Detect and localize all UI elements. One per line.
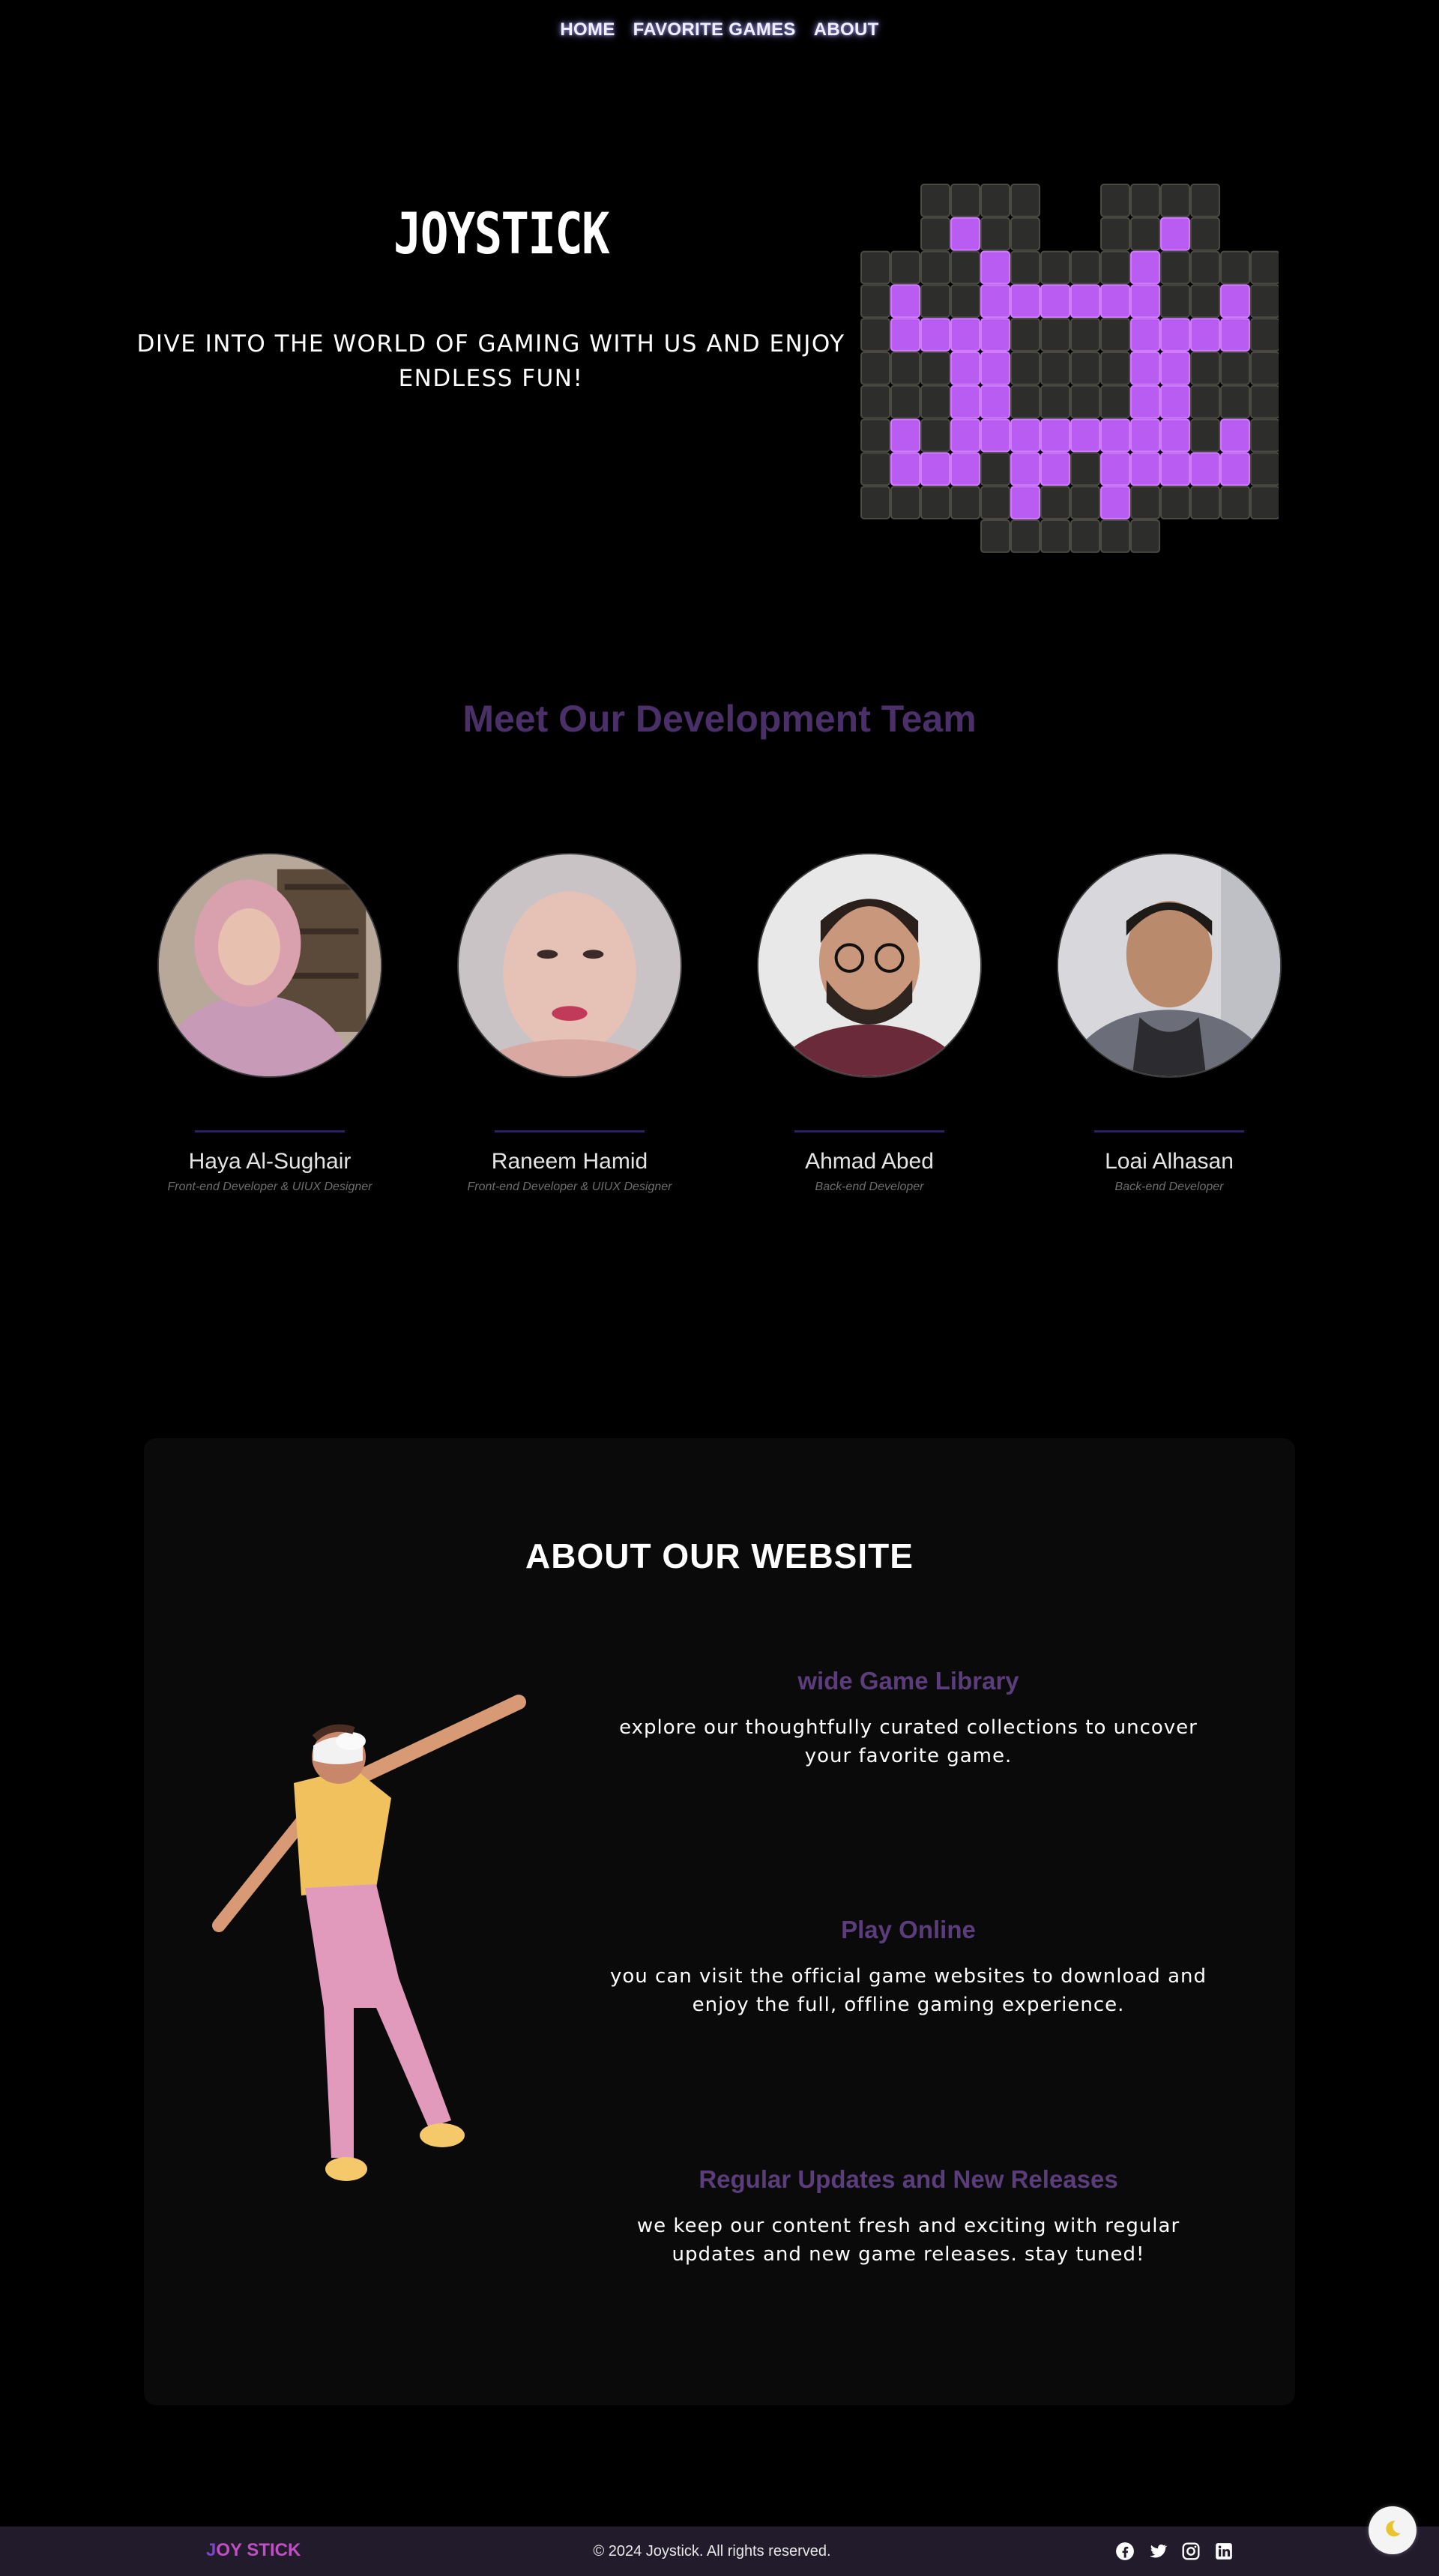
feature-title: wide Game Library xyxy=(797,1667,1019,1695)
team-member-card: Raneem Hamid Front-end Developer & UIUX … xyxy=(457,853,682,1194)
top-nav: HOME FAVORITE GAMES ABOUT xyxy=(0,19,1439,40)
divider xyxy=(495,1130,645,1132)
divider xyxy=(195,1130,345,1132)
feature-text: you can visit the official game websites… xyxy=(610,1965,1207,2016)
facebook-icon[interactable] xyxy=(1115,2542,1135,2561)
team-member-card: Ahmad Abed Back-end Developer xyxy=(757,853,982,1194)
avatar xyxy=(757,853,982,1078)
feature-text: we keep our content fresh and exciting w… xyxy=(636,2215,1180,2266)
avatar xyxy=(457,853,682,1078)
feature-item: Play Online you can visit the official g… xyxy=(609,1916,1208,2019)
team-member-card: Loai Alhasan Back-end Developer xyxy=(1057,853,1282,1194)
member-name: Ahmad Abed xyxy=(805,1149,934,1174)
nav-favorite-games-link[interactable]: FAVORITE GAMES xyxy=(633,19,796,40)
social-links xyxy=(1115,2542,1234,2561)
member-role: Front-end Developer & UIUX Designer xyxy=(167,1180,372,1193)
pixel-space-invader-icon xyxy=(860,180,1280,562)
member-role: Back-end Developer xyxy=(815,1180,924,1193)
hero-tagline: DIVE INTO THE WORLD OF GAMING WITH US AN… xyxy=(136,331,845,392)
member-name: Loai Alhasan xyxy=(1105,1149,1234,1174)
avatar xyxy=(1057,853,1282,1078)
team-member-card: Haya Al-Sughair Front-end Developer & UI… xyxy=(157,853,382,1194)
moon-icon xyxy=(1382,2518,1403,2542)
member-role: Front-end Developer & UIUX Designer xyxy=(467,1180,672,1193)
member-role: Back-end Developer xyxy=(1114,1180,1224,1193)
divider xyxy=(1094,1130,1244,1132)
linkedin-icon[interactable] xyxy=(1214,2542,1234,2561)
feature-item: Regular Updates and New Releases we keep… xyxy=(609,2165,1208,2269)
feature-title: Play Online xyxy=(841,1916,976,1943)
nav-home-link[interactable]: HOME xyxy=(560,19,615,40)
divider xyxy=(794,1130,944,1132)
member-name: Raneem Hamid xyxy=(491,1149,648,1174)
feature-text: explore our thoughtfully curated collect… xyxy=(619,1716,1198,1767)
about-title: ABOUT OUR WEBSITE xyxy=(525,1536,914,1575)
feature-item: wide Game Library explore our thoughtful… xyxy=(609,1667,1208,1770)
instagram-icon[interactable] xyxy=(1181,2542,1201,2561)
avatar xyxy=(157,853,382,1078)
member-name: Haya Al-Sughair xyxy=(188,1149,352,1174)
nav-about-link[interactable]: ABOUT xyxy=(814,19,879,40)
team-title: Meet Our Development Team xyxy=(462,698,977,740)
footer: JOY STICK © 2024 Joystick. All rights re… xyxy=(0,2527,1439,2576)
about-section: ABOUT OUR WEBSITE wide Game Library expl… xyxy=(144,1438,1295,2405)
feature-title: Regular Updates and New Releases xyxy=(699,2165,1118,2193)
hero-logo: JOYSTICK xyxy=(393,200,610,267)
vr-dancer-illustration xyxy=(204,1693,534,2203)
twitter-icon[interactable] xyxy=(1148,2542,1168,2561)
theme-toggle-button[interactable] xyxy=(1369,2506,1417,2554)
